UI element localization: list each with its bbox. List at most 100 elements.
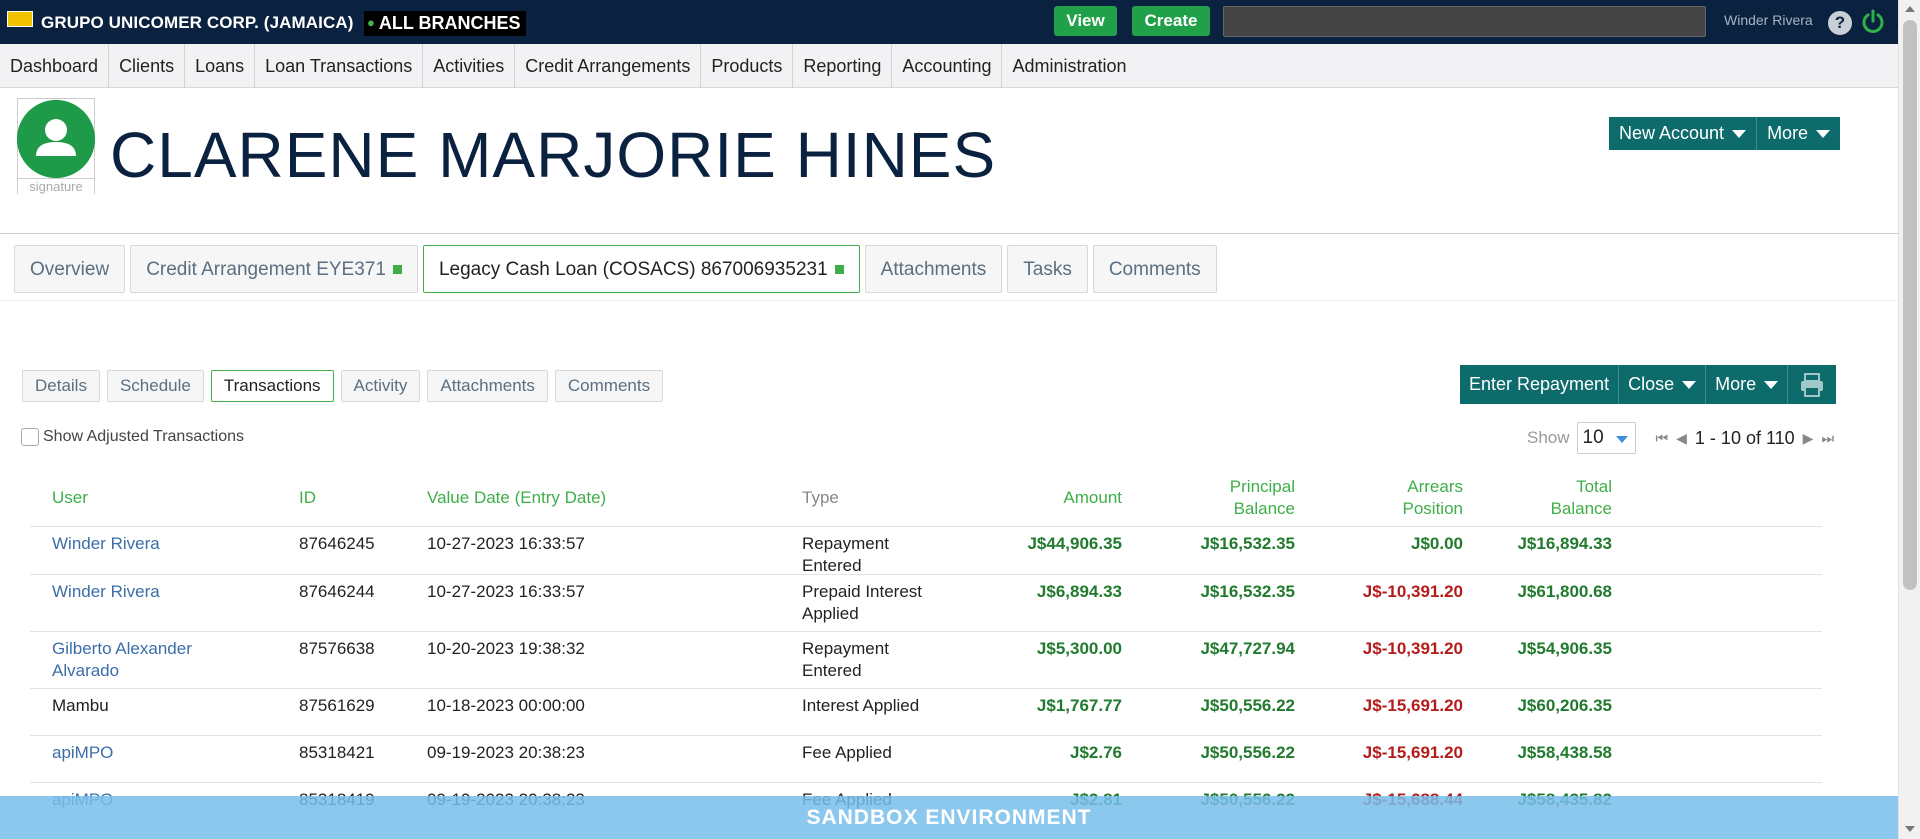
last-page-icon[interactable]: ⏭ [1821,430,1834,447]
row-amount: J$5,300.00 [1036,639,1122,658]
subtab-activity[interactable]: Activity [340,370,421,402]
header-line-2: Balance [1550,499,1612,518]
row-total-balance: J$54,906.35 [1517,639,1612,658]
page-scrollbar[interactable] [1898,0,1920,839]
table-row[interactable]: Winder Rivera 87646245 10-27-2023 16:33:… [30,526,1822,575]
company-logo [7,11,33,27]
subtab-comments[interactable]: Comments [554,370,664,402]
row-user-link[interactable]: apiMPO [52,742,113,764]
next-page-icon[interactable]: ▶ [1803,430,1814,447]
nav-activities[interactable]: Activities [423,44,516,88]
row-user-link[interactable]: Winder Rivera [52,533,160,555]
table-row[interactable]: apiMPO 85318421 09-19-2023 20:38:23 Fee … [30,735,1822,782]
row-date: 10-18-2023 00:00:00 [427,696,585,715]
page-range: 1 - 10 of 110 [1694,427,1795,448]
row-user-link[interactable]: Winder Rivera [52,581,160,603]
close-label: Close [1628,374,1675,394]
row-date: 10-27-2023 16:33:57 [427,582,585,601]
chevron-down-icon [1732,130,1747,139]
tab-credit-arrangement-label: Credit Arrangement EYE371 [146,259,386,280]
subtab-details[interactable]: Details [22,370,100,402]
tab-comments[interactable]: Comments [1092,245,1217,293]
client-avatar-icon[interactable] [17,100,95,178]
show-adjusted-filter[interactable]: Show Adjusted Transactions [21,428,244,446]
row-type: Fee Applied [802,743,892,762]
enter-repayment-button[interactable]: Enter Repayment [1460,365,1620,404]
branch-status-dot-icon: ● [367,15,375,30]
row-arrears-position: J$-10,391.20 [1362,582,1463,601]
divider [0,233,1898,234]
row-total-balance: J$60,206.35 [1517,696,1612,715]
close-button[interactable]: Close [1619,365,1707,404]
row-type: Prepaid Interest Applied [802,582,923,623]
signature-label[interactable]: signature [18,178,94,194]
col-total-balance-header[interactable]: Total Balance [1480,476,1612,520]
view-button[interactable]: View [1054,6,1117,36]
divider [0,300,1898,301]
table-row[interactable]: Gilberto Alexander Alvarado 87576638 10-… [30,631,1822,688]
col-principal-balance-header[interactable]: Principal Balance [1150,476,1295,520]
table-row[interactable]: Mambu 87561629 10-18-2023 00:00:00 Inter… [30,688,1822,735]
new-account-button[interactable]: New Account [1609,117,1758,150]
nav-credit-arrangements[interactable]: Credit Arrangements [515,44,702,88]
scrollbar-thumb[interactable] [1903,20,1917,590]
current-user-name[interactable]: Winder Rivera [1724,12,1813,28]
top-bar: GRUPO UNICOMER CORP. (JAMAICA) ● ALL BRAN… [0,0,1920,44]
col-value-date-header[interactable]: Value Date (Entry Date) [427,487,606,509]
col-type-header[interactable]: Type [802,487,839,509]
row-id: 87561629 [299,696,375,715]
row-date: 09-19-2023 20:38:23 [427,743,585,762]
nav-administration[interactable]: Administration [1002,44,1136,88]
first-page-icon[interactable]: ⏮ [1656,430,1669,447]
col-user-header[interactable]: User [52,487,88,509]
row-total-balance: J$16,894.33 [1517,534,1612,553]
global-search-input[interactable] [1223,6,1706,37]
tab-tasks[interactable]: Tasks [1007,245,1088,293]
tab-overview[interactable]: Overview [14,245,126,293]
create-button[interactable]: Create [1132,6,1210,36]
chevron-down-icon [1615,436,1628,443]
power-icon[interactable] [1860,9,1886,35]
nav-clients[interactable]: Clients [109,44,186,88]
row-id: 85318421 [299,743,375,762]
nav-dashboard[interactable]: Dashboard [0,44,110,88]
print-button[interactable] [1788,365,1836,404]
header-more-label: More [1767,123,1809,143]
show-adjusted-checkbox[interactable] [21,428,39,446]
col-amount-header[interactable]: Amount [950,487,1122,509]
row-id: 87646245 [299,534,375,553]
row-date: 10-20-2023 19:38:32 [427,639,585,658]
header-more-button[interactable]: More [1757,117,1840,150]
nav-reporting[interactable]: Reporting [793,44,893,88]
loan-actions: Enter Repayment Close More [1460,365,1837,404]
row-user-link[interactable]: Gilberto Alexander Alvarado [52,638,242,682]
table-row[interactable]: Winder Rivera 87646244 10-27-2023 16:33:… [30,574,1822,631]
header-line-1: Total [1576,477,1612,496]
nav-products[interactable]: Products [701,44,794,88]
branch-selector[interactable]: ● ALL BRANCHES [364,11,526,36]
nav-loan-transactions[interactable]: Loan Transactions [255,44,424,88]
organization-name: GRUPO UNICOMER CORP. (JAMAICA) [41,13,354,32]
subtab-schedule[interactable]: Schedule [106,370,204,402]
nav-accounting[interactable]: Accounting [892,44,1003,88]
scroll-up-icon[interactable] [1905,6,1915,12]
row-date: 10-27-2023 16:33:57 [427,534,585,553]
tab-legacy-cash-loan[interactable]: Legacy Cash Loan (COSACS) 867006935231 [422,245,860,293]
col-arrears-position-header[interactable]: Arrears Position [1320,476,1463,520]
show-label: Show [1527,428,1570,447]
scroll-down-icon[interactable] [1905,826,1915,832]
show-adjusted-label: Show Adjusted Transactions [43,428,245,445]
row-id: 87646244 [299,582,375,601]
col-id-header[interactable]: ID [299,487,316,509]
subtab-attachments[interactable]: Attachments [427,370,548,402]
actions-more-button[interactable]: More [1706,365,1789,404]
tab-attachments[interactable]: Attachments [864,245,1003,293]
header-actions: New Account More [1609,117,1841,150]
print-icon [1801,372,1824,397]
page-size-select[interactable]: 10 [1576,422,1636,454]
subtab-transactions[interactable]: Transactions [210,370,334,402]
help-icon[interactable]: ? [1828,11,1852,35]
previous-page-icon[interactable]: ◀ [1676,430,1687,447]
nav-loans[interactable]: Loans [185,44,256,88]
tab-credit-arrangement[interactable]: Credit Arrangement EYE371 [130,245,418,293]
